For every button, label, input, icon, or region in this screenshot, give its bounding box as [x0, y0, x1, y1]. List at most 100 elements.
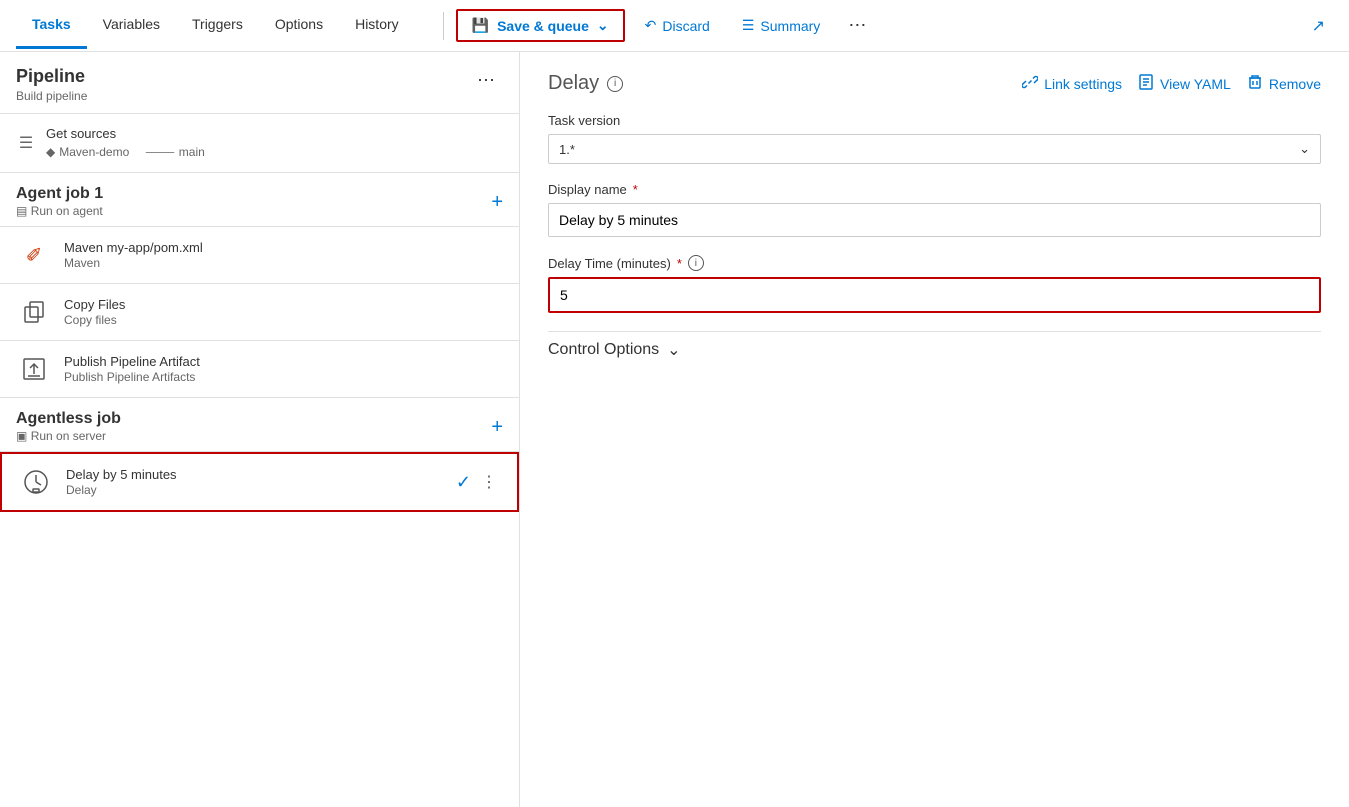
version-value: 1.* [559, 142, 575, 157]
delay-time-group: Delay Time (minutes) * i [548, 255, 1321, 313]
agentless-job-header: Agentless job ▣ Run on server + [0, 398, 519, 452]
maven-task-sub: Maven [64, 256, 203, 270]
tab-history[interactable]: History [339, 2, 415, 49]
copy-files-name: Copy Files [64, 297, 125, 312]
agent-job-1-header: Agent job 1 ▤ Run on agent + [0, 173, 519, 227]
branch-icon: ⸻ [145, 143, 175, 160]
task-version-label: Task version [548, 113, 1321, 128]
expand-button[interactable]: ↗ [1304, 12, 1333, 40]
remove-button[interactable]: Remove [1247, 74, 1321, 93]
discard-icon: ↶ [645, 17, 657, 34]
maven-task-info: Maven my-app/pom.xml Maven [64, 240, 203, 270]
display-name-input[interactable] [548, 203, 1321, 237]
task-version-dropdown[interactable]: 1.* ⌄ [548, 134, 1321, 164]
save-queue-label: Save & queue [497, 18, 589, 34]
task-detail-title-wrap: Delay i [548, 72, 623, 95]
publish-task-item[interactable]: Publish Pipeline Artifact Publish Pipeli… [0, 341, 519, 398]
agentless-job-info: Agentless job ▣ Run on server [16, 410, 121, 443]
nav-divider [443, 12, 444, 40]
top-nav: Tasks Variables Triggers Options History… [0, 0, 1349, 52]
agent-icon: ▤ [16, 204, 27, 218]
control-options-label: Control Options [548, 341, 659, 359]
repo-meta: ◆ Maven-demo [46, 143, 129, 160]
save-queue-button[interactable]: 💾 Save & queue ⌄ [456, 9, 625, 42]
task-detail-header: Delay i Link settings [548, 72, 1321, 95]
delay-time-label: Delay Time (minutes) * i [548, 255, 1321, 271]
copy-files-info: Copy Files Copy files [64, 297, 125, 327]
pipeline-more-button[interactable]: ⋯ [469, 66, 503, 95]
display-name-label: Display name * [548, 182, 1321, 197]
delay-task-name: Delay by 5 minutes [66, 467, 177, 482]
agentless-job-title: Agentless job [16, 410, 121, 428]
summary-label: Summary [760, 18, 820, 34]
pipeline-title: Pipeline [16, 66, 87, 87]
discard-label: Discard [662, 18, 709, 34]
get-sources-meta: ◆ Maven-demo ⸻ main [46, 143, 205, 160]
delay-time-input[interactable] [548, 277, 1321, 313]
maven-task-item[interactable]: ✐ Maven my-app/pom.xml Maven [0, 227, 519, 284]
pipeline-header: Pipeline Build pipeline ⋯ [0, 52, 519, 114]
delay-info-icon[interactable]: i [607, 76, 623, 92]
add-agentless-job-button[interactable]: + [491, 417, 503, 437]
tab-tasks[interactable]: Tasks [16, 2, 87, 49]
get-sources-icon: ☰ [16, 133, 36, 153]
nav-tabs: Tasks Variables Triggers Options History [16, 2, 415, 49]
copy-files-task-item[interactable]: Copy Files Copy files [0, 284, 519, 341]
display-name-group: Display name * [548, 182, 1321, 237]
discard-button[interactable]: ↶ Discard [633, 11, 722, 40]
branch-label: main [179, 145, 205, 159]
delay-task-item[interactable]: Delay by 5 minutes Delay ✓ ⋮ [0, 452, 519, 512]
maven-icon: ✐ [16, 237, 52, 273]
control-options-chevron: ⌄ [667, 340, 680, 360]
maven-task-name: Maven my-app/pom.xml [64, 240, 203, 255]
copy-files-sub: Copy files [64, 313, 125, 327]
remove-label: Remove [1269, 76, 1321, 92]
pipeline-info: Pipeline Build pipeline [16, 66, 87, 103]
delay-task-info: Delay by 5 minutes Delay [66, 467, 177, 497]
agent-job-1-title: Agent job 1 [16, 185, 103, 203]
link-settings-label: Link settings [1044, 76, 1122, 92]
link-settings-icon [1022, 74, 1038, 93]
check-icon: ✓ [456, 472, 471, 493]
display-name-required: * [633, 182, 638, 197]
delay-task-ellipsis-button[interactable]: ⋮ [477, 470, 501, 494]
view-yaml-label: View YAML [1160, 76, 1231, 92]
view-yaml-button[interactable]: View YAML [1138, 74, 1231, 93]
delay-time-info-icon[interactable]: i [688, 255, 704, 271]
tab-options[interactable]: Options [259, 2, 339, 49]
version-chevron: ⌄ [1299, 141, 1310, 157]
tab-triggers[interactable]: Triggers [176, 2, 259, 49]
left-panel: Pipeline Build pipeline ⋯ ☰ Get sources … [0, 52, 520, 807]
server-icon: ▣ [16, 429, 27, 443]
delay-task-sub: Delay [66, 483, 177, 497]
agentless-job-subtitle: ▣ Run on server [16, 429, 121, 443]
delay-time-required: * [677, 256, 682, 271]
delay-task-actions: ✓ ⋮ [456, 470, 501, 494]
repo-icon: ◆ [46, 145, 55, 159]
right-panel: Delay i Link settings [520, 52, 1349, 807]
get-sources-label: Get sources [46, 126, 205, 141]
publish-name: Publish Pipeline Artifact [64, 354, 200, 369]
summary-button[interactable]: ☰ Summary [730, 11, 832, 40]
repo-label: Maven-demo [59, 145, 129, 159]
chevron-down-icon: ⌄ [597, 17, 609, 34]
delay-time-input-wrap [548, 277, 1321, 313]
task-version-group: Task version 1.* ⌄ [548, 113, 1321, 164]
link-settings-button[interactable]: Link settings [1022, 74, 1122, 93]
add-agent-job-1-button[interactable]: + [491, 192, 503, 212]
publish-sub: Publish Pipeline Artifacts [64, 370, 200, 384]
control-options-header[interactable]: Control Options ⌄ [548, 331, 1321, 360]
copy-files-icon [16, 294, 52, 330]
task-detail-title-text: Delay [548, 72, 599, 95]
yaml-icon [1138, 74, 1154, 93]
save-icon: 💾 [472, 17, 489, 34]
get-sources-item[interactable]: ☰ Get sources ◆ Maven-demo ⸻ main [0, 114, 519, 173]
agent-job-1-info: Agent job 1 ▤ Run on agent [16, 185, 103, 218]
summary-icon: ☰ [742, 17, 755, 34]
pipeline-subtitle: Build pipeline [16, 89, 87, 103]
trash-icon [1247, 74, 1263, 93]
publish-info: Publish Pipeline Artifact Publish Pipeli… [64, 354, 200, 384]
more-options-button[interactable]: ⋯ [840, 11, 874, 40]
tab-variables[interactable]: Variables [87, 2, 176, 49]
agent-job-1-subtitle: ▤ Run on agent [16, 204, 103, 218]
